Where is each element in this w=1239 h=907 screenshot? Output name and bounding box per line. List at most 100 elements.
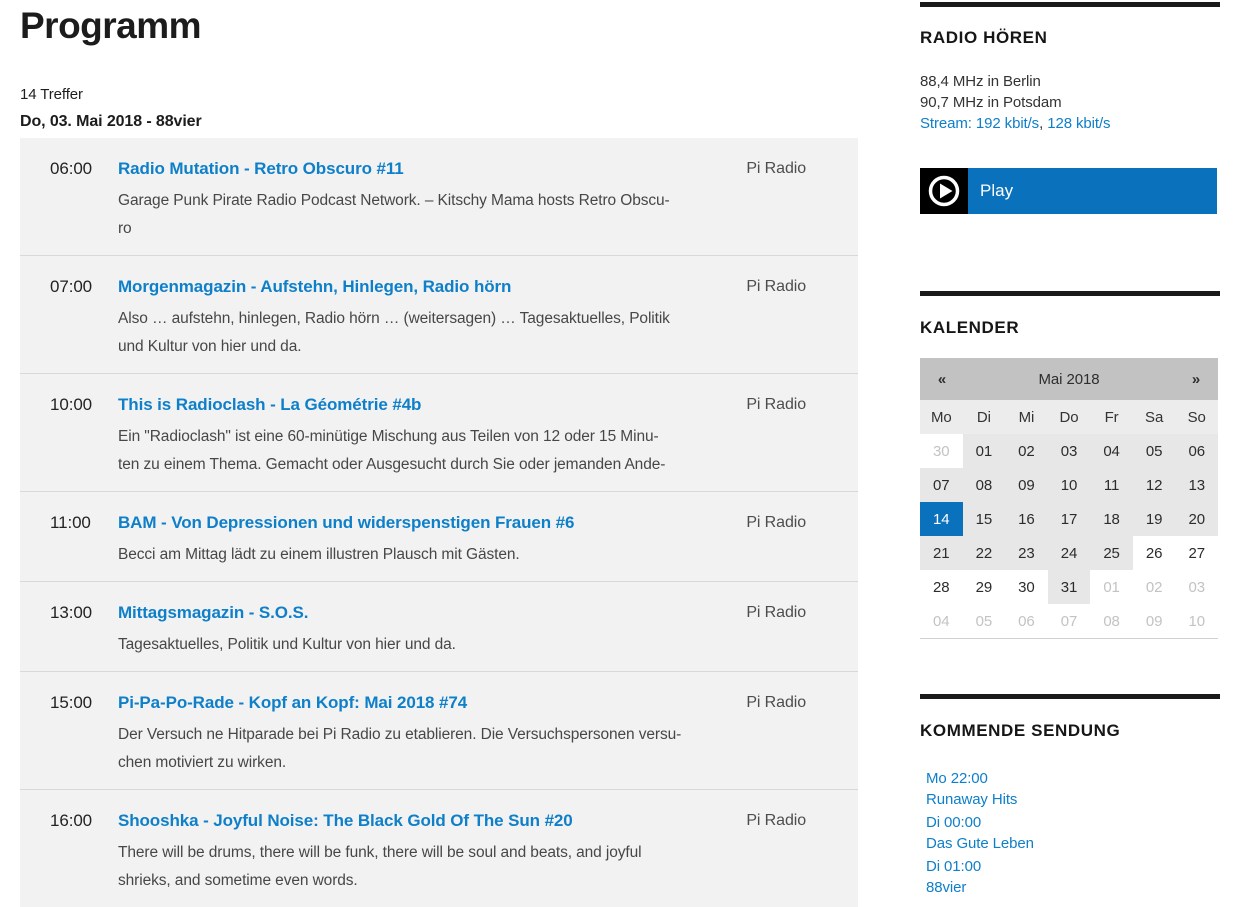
calendar-day[interactable]: 24 [1048,536,1091,570]
calendar-header: « Mai 2018 » [920,358,1218,400]
calendar-day[interactable]: 06 [1005,604,1048,638]
stream-link-128[interactable]: 128 kbit/s [1047,115,1110,132]
calendar-day[interactable]: 21 [920,536,963,570]
calendar-day[interactable]: 12 [1133,468,1176,502]
program-title-link[interactable]: This is Radioclash - La Géométrie #4b [118,393,421,417]
calendar-weekday-label: Di [963,409,1006,426]
program-body: Morgenmagazin - Aufstehn, Hinlegen, Radi… [118,275,746,361]
calendar-day[interactable]: 29 [963,570,1006,604]
calendar-day[interactable]: 23 [1005,536,1048,570]
calendar-day[interactable]: 09 [1005,468,1048,502]
stream-links: Stream: 192 kbit/s, 128 kbit/s [920,114,1110,134]
program-description-line: Garage Punk Pirate Radio Podcast Network… [118,187,746,215]
calendar-day[interactable]: 26 [1133,536,1176,570]
program-body: BAM - Von Depressionen und widerspenstig… [118,511,746,569]
upcoming-time-link[interactable]: Di 00:00 [926,812,1034,833]
program-description: Becci am Mittag lädt zu einem illustren … [118,541,746,569]
calendar-day[interactable]: 08 [1090,604,1133,638]
calendar-day[interactable]: 30 [920,434,963,468]
upcoming-list: Mo 22:00 Runaway Hits Di 00:00 Das Gute … [926,768,1034,900]
stream-link-192[interactable]: Stream: 192 kbit/s [920,115,1039,132]
calendar-day[interactable]: 03 [1048,434,1091,468]
calendar-day[interactable]: 20 [1175,502,1218,536]
calendar-day[interactable]: 05 [1133,434,1176,468]
calendar-day[interactable]: 06 [1175,434,1218,468]
frequency-potsdam: 90,7 MHz in Potsdam [920,93,1062,113]
program-description: There will be drums, there will be funk,… [118,839,746,895]
play-button[interactable]: Play [920,168,1217,214]
calendar-weekday-row: MoDiMiDoFrSaSo [920,400,1218,434]
calendar-next-button[interactable]: » [1174,371,1218,388]
program-description: Tagesaktuelles, Politik und Kultur von h… [118,631,746,659]
program-description-line: ten zu einem Thema. Gemacht oder Ausgesu… [118,451,746,479]
calendar-day[interactable]: 02 [1133,570,1176,604]
program-entry: 07:00 Morgenmagazin - Aufstehn, Hinlegen… [20,255,858,373]
upcoming-time-link[interactable]: Mo 22:00 [926,768,1034,789]
program-time: 15:00 [50,691,118,715]
upcoming-item: Mo 22:00 Runaway Hits [926,768,1034,810]
calendar-day[interactable]: 03 [1175,570,1218,604]
program-time: 13:00 [50,601,118,625]
upcoming-title-link[interactable]: Das Gute Leben [926,833,1034,854]
calendar-day[interactable]: 15 [963,502,1006,536]
sidebar: RADIO HÖREN 88,4 MHz in Berlin 90,7 MHz … [920,0,1220,890]
calendar-prev-button[interactable]: « [920,371,964,388]
program-time: 06:00 [50,157,118,181]
calendar-day[interactable]: 10 [1175,604,1218,638]
section-divider [920,2,1220,7]
calendar-day[interactable]: 01 [963,434,1006,468]
calendar-day[interactable]: 04 [1090,434,1133,468]
calendar-day[interactable]: 07 [920,468,963,502]
calendar-day[interactable]: 18 [1090,502,1133,536]
calendar-day-grid: 3001020304050607080910111213141516171819… [920,434,1218,638]
calendar-day[interactable]: 13 [1175,468,1218,502]
calendar-day[interactable]: 10 [1048,468,1091,502]
program-title-link[interactable]: Morgenmagazin - Aufstehn, Hinlegen, Radi… [118,275,511,299]
play-circle-icon [920,168,968,214]
calendar-month-label: Mai 2018 [964,371,1174,388]
section-divider [920,694,1220,699]
program-title-link[interactable]: BAM - Von Depressionen und widerspenstig… [118,511,574,535]
calendar-day[interactable]: 11 [1090,468,1133,502]
upcoming-time-link[interactable]: Di 01:00 [926,856,1034,877]
upcoming-title-link[interactable]: 88vier [926,877,1034,898]
program-station-label: Pi Radio [746,601,806,625]
program-title-link[interactable]: Pi-Pa-Po-Rade - Kopf an Kopf: Mai 2018 #… [118,691,467,715]
calendar-day[interactable]: 05 [963,604,1006,638]
calendar-day[interactable]: 22 [963,536,1006,570]
calendar-day[interactable]: 17 [1048,502,1091,536]
calendar-day[interactable]: 19 [1133,502,1176,536]
calendar-day[interactable]: 31 [1048,570,1091,604]
calendar-day[interactable]: 02 [1005,434,1048,468]
calendar-day[interactable]: 07 [1048,604,1091,638]
program-description: Also … aufstehn, hinlegen, Radio hörn … … [118,305,746,361]
calendar-day[interactable]: 04 [920,604,963,638]
program-description: Ein "Radioclash" ist eine 60-minütige Mi… [118,423,746,479]
section-divider [920,291,1220,296]
program-title-link[interactable]: Mittagsmagazin - S.O.S. [118,601,308,625]
results-count: 14 Treffer [20,86,83,103]
program-entry: 15:00 Pi-Pa-Po-Rade - Kopf an Kopf: Mai … [20,671,858,789]
calendar-day[interactable]: 14 [920,502,963,536]
program-description-line: Ein "Radioclash" ist eine 60-minütige Mi… [118,423,746,451]
program-body: Shooshka - Joyful Noise: The Black Gold … [118,809,746,895]
calendar-day[interactable]: 01 [1090,570,1133,604]
calendar-day[interactable]: 30 [1005,570,1048,604]
program-entry: 10:00 This is Radioclash - La Géométrie … [20,373,858,491]
calendar-heading: KALENDER [920,318,1019,338]
calendar-day[interactable]: 08 [963,468,1006,502]
calendar-day[interactable]: 27 [1175,536,1218,570]
program-body: Pi-Pa-Po-Rade - Kopf an Kopf: Mai 2018 #… [118,691,746,777]
page-title: Programm [20,4,201,48]
program-body: Radio Mutation - Retro Obscuro #11 Garag… [118,157,746,243]
calendar-day[interactable]: 28 [920,570,963,604]
program-description-line: Der Versuch ne Hitparade bei Pi Radio zu… [118,721,746,749]
calendar-day[interactable]: 16 [1005,502,1048,536]
calendar-day[interactable]: 25 [1090,536,1133,570]
program-time: 07:00 [50,275,118,299]
upcoming-title-link[interactable]: Runaway Hits [926,789,1034,810]
program-title-link[interactable]: Radio Mutation - Retro Obscuro #11 [118,157,404,181]
program-title-link[interactable]: Shooshka - Joyful Noise: The Black Gold … [118,809,573,833]
program-description-line: ro [118,215,746,243]
calendar-day[interactable]: 09 [1133,604,1176,638]
